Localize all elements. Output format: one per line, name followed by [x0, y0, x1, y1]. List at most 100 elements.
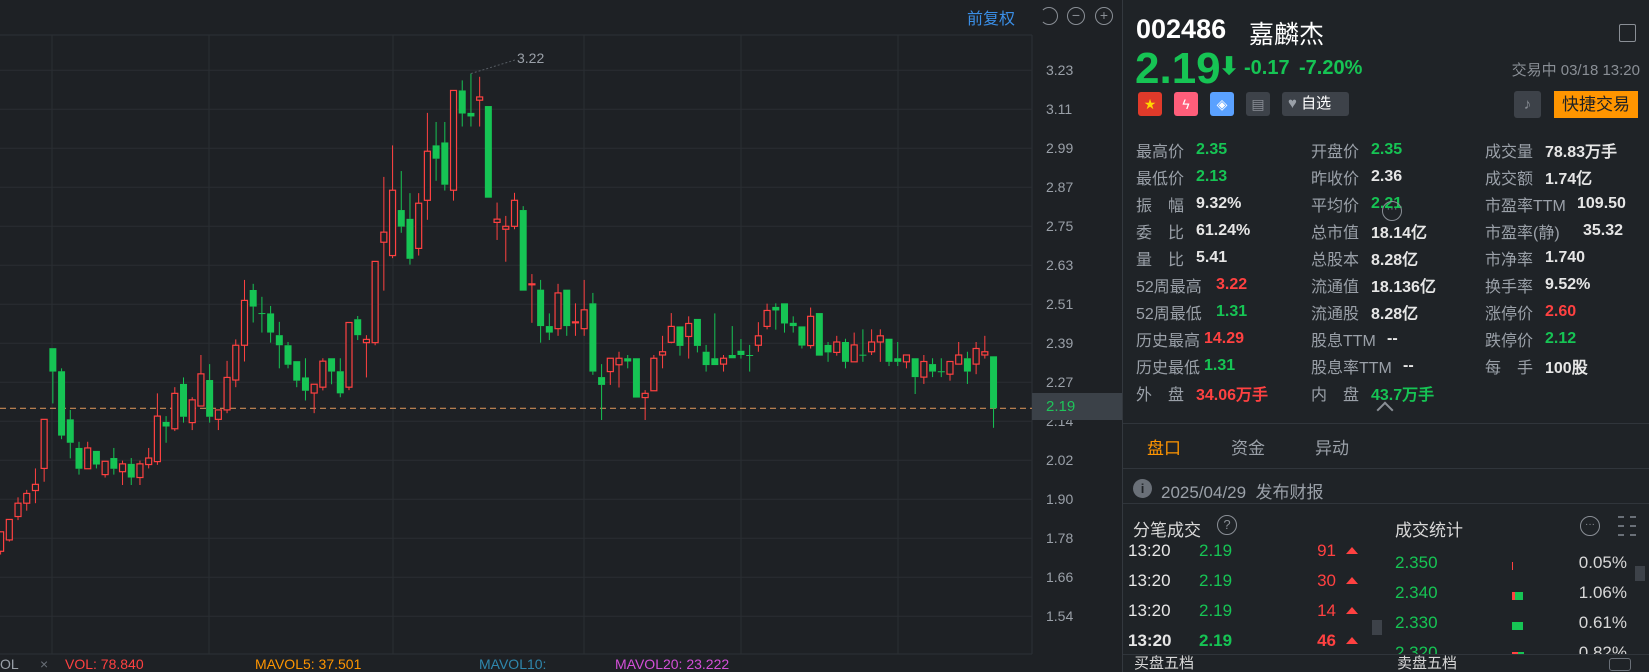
tab-0[interactable]: 盘口: [1147, 434, 1181, 459]
field-label: 平均价: [1311, 198, 1360, 215]
candle-up: [719, 357, 728, 365]
stats-list[interactable]: 2.350 0.05% 2.340 1.06% 2.330 0.61% 2.320 0…: [1385, 538, 1635, 654]
price-chart-canvas[interactable]: [0, 0, 1122, 672]
candle-up: [449, 89, 458, 191]
undo-icon[interactable]: [1040, 7, 1058, 25]
adjust-mode-button[interactable]: 前复权: [967, 5, 1015, 29]
zoom-out-icon[interactable]: −: [1067, 7, 1085, 25]
vol-value: VOL: 78.840: [65, 656, 144, 672]
field-label: 52周最高: [1136, 279, 1202, 296]
field-value: 9.52%: [1545, 276, 1591, 293]
max-annotation-line: [470, 59, 516, 75]
tick-price: 2.19: [1199, 541, 1233, 560]
candle-up: [667, 325, 675, 343]
candle-down: [545, 326, 553, 333]
field-label: 成交额: [1485, 171, 1534, 188]
candle-up: [763, 309, 771, 328]
y-tick-label: 2.75: [1046, 218, 1074, 235]
field-value: 1.740: [1545, 249, 1586, 266]
candlestick-chart[interactable]: 3.23 3.11 2.99 2.87 2.75 2.63 2.51 2.39 2.27 2.14…: [0, 0, 1122, 672]
candle-up: [310, 383, 318, 394]
field-label: 市净率: [1485, 252, 1534, 269]
candle-down: [354, 319, 362, 336]
candle-down: [267, 313, 275, 333]
candle-down: [781, 303, 788, 324]
candle-up: [153, 415, 161, 463]
tab-2[interactable]: 异动: [1315, 434, 1349, 459]
candle-up: [867, 341, 876, 353]
y-tick-label: 1.54: [1046, 608, 1074, 625]
candle-down: [990, 356, 998, 409]
candle-up: [101, 460, 109, 476]
candle-up: [223, 376, 231, 411]
candle-up: [902, 354, 911, 363]
candle-up: [807, 315, 815, 347]
china-flag-icon[interactable]: ★: [1138, 92, 1162, 116]
list-view-icon[interactable]: [1618, 516, 1636, 536]
y-tick-label: 2.63: [1046, 257, 1074, 274]
candle-up: [14, 502, 22, 518]
close-indicator-icon[interactable]: ×: [40, 656, 48, 672]
field-value: 2.13: [1196, 168, 1228, 185]
vol-indicator-name[interactable]: OL: [0, 656, 19, 672]
candle-up: [502, 225, 510, 230]
stats-price: 2.340: [1395, 583, 1438, 602]
more-icon[interactable]: ···: [1382, 201, 1402, 221]
field-value: 8.28亿: [1371, 306, 1419, 323]
watchlist-button[interactable]: ♥ 自选: [1282, 92, 1349, 116]
zoom-in-icon[interactable]: +: [1095, 7, 1113, 25]
buy-triangle-icon: [1346, 607, 1358, 614]
help-icon[interactable]: ?: [1217, 515, 1237, 535]
candle-down: [798, 326, 806, 346]
tick-row: 13:20 2.19 46: [1123, 626, 1383, 654]
tab-1[interactable]: 资金: [1231, 434, 1265, 459]
field-label: 成交量: [1485, 144, 1534, 161]
max-price-annotation: 3.22: [517, 50, 545, 66]
candle-up: [833, 341, 841, 353]
stats-row: 2.350 0.05%: [1385, 548, 1635, 578]
candle-down: [206, 380, 214, 417]
tag-icon[interactable]: ◈: [1210, 92, 1234, 116]
candle-up: [571, 321, 580, 324]
candle-up: [658, 351, 667, 356]
stats-more-icon[interactable]: ···: [1580, 516, 1600, 536]
stats-percent: 1.06%: [1578, 583, 1627, 602]
candle-down: [737, 350, 745, 355]
candle-up: [685, 322, 693, 338]
earnings-notice[interactable]: 2025/04/29 发布财报: [1161, 478, 1324, 503]
field-value: 8.28亿: [1371, 252, 1419, 269]
stats-scrollbar[interactable]: [1635, 566, 1645, 581]
tick-row: 13:20 2.19 91: [1123, 538, 1383, 566]
quick-trade-button[interactable]: 快捷交易: [1554, 91, 1638, 118]
field-label: 市盈率TTM: [1485, 198, 1566, 215]
candle-down: [728, 355, 736, 359]
candle-up: [84, 447, 92, 470]
candle-down: [624, 358, 632, 362]
bell-icon[interactable]: ♪: [1514, 91, 1541, 118]
field-value: 14.29: [1204, 330, 1245, 347]
buy-triangle-icon: [1346, 637, 1358, 644]
tick-time: 13:20: [1128, 541, 1171, 560]
ticks-scrollbar[interactable]: [1372, 620, 1382, 635]
candle-up: [145, 457, 153, 466]
candle-down: [676, 326, 684, 346]
expand-icon[interactable]: [1609, 658, 1631, 671]
lightning-icon[interactable]: ϟ: [1174, 92, 1198, 116]
field-value: 35.32: [1583, 222, 1624, 239]
field-value: --: [1387, 330, 1398, 347]
ticks-list[interactable]: 13:20 2.19 91 13:20 2.19 30 13:20 2.19 1…: [1123, 538, 1385, 654]
candle-down: [789, 322, 797, 327]
candle-down: [328, 358, 336, 372]
candle-down: [563, 289, 571, 327]
y-tick-label: 2.87: [1046, 179, 1074, 196]
candle-up: [754, 335, 762, 346]
panel-menu-icon[interactable]: [1619, 24, 1636, 42]
field-label: 最高价: [1136, 144, 1185, 161]
candle-up: [493, 218, 501, 223]
note-icon[interactable]: ▤: [1246, 92, 1270, 116]
candle-up: [31, 483, 40, 492]
current-price-label: 2.19: [1032, 393, 1122, 420]
quote-panel: 002486 嘉麟杰 2.19 ⬇ -0.17 -7.20% 交易中 03/18…: [1122, 0, 1649, 672]
candle-up: [188, 399, 196, 424]
field-value: 2.60: [1545, 303, 1577, 320]
